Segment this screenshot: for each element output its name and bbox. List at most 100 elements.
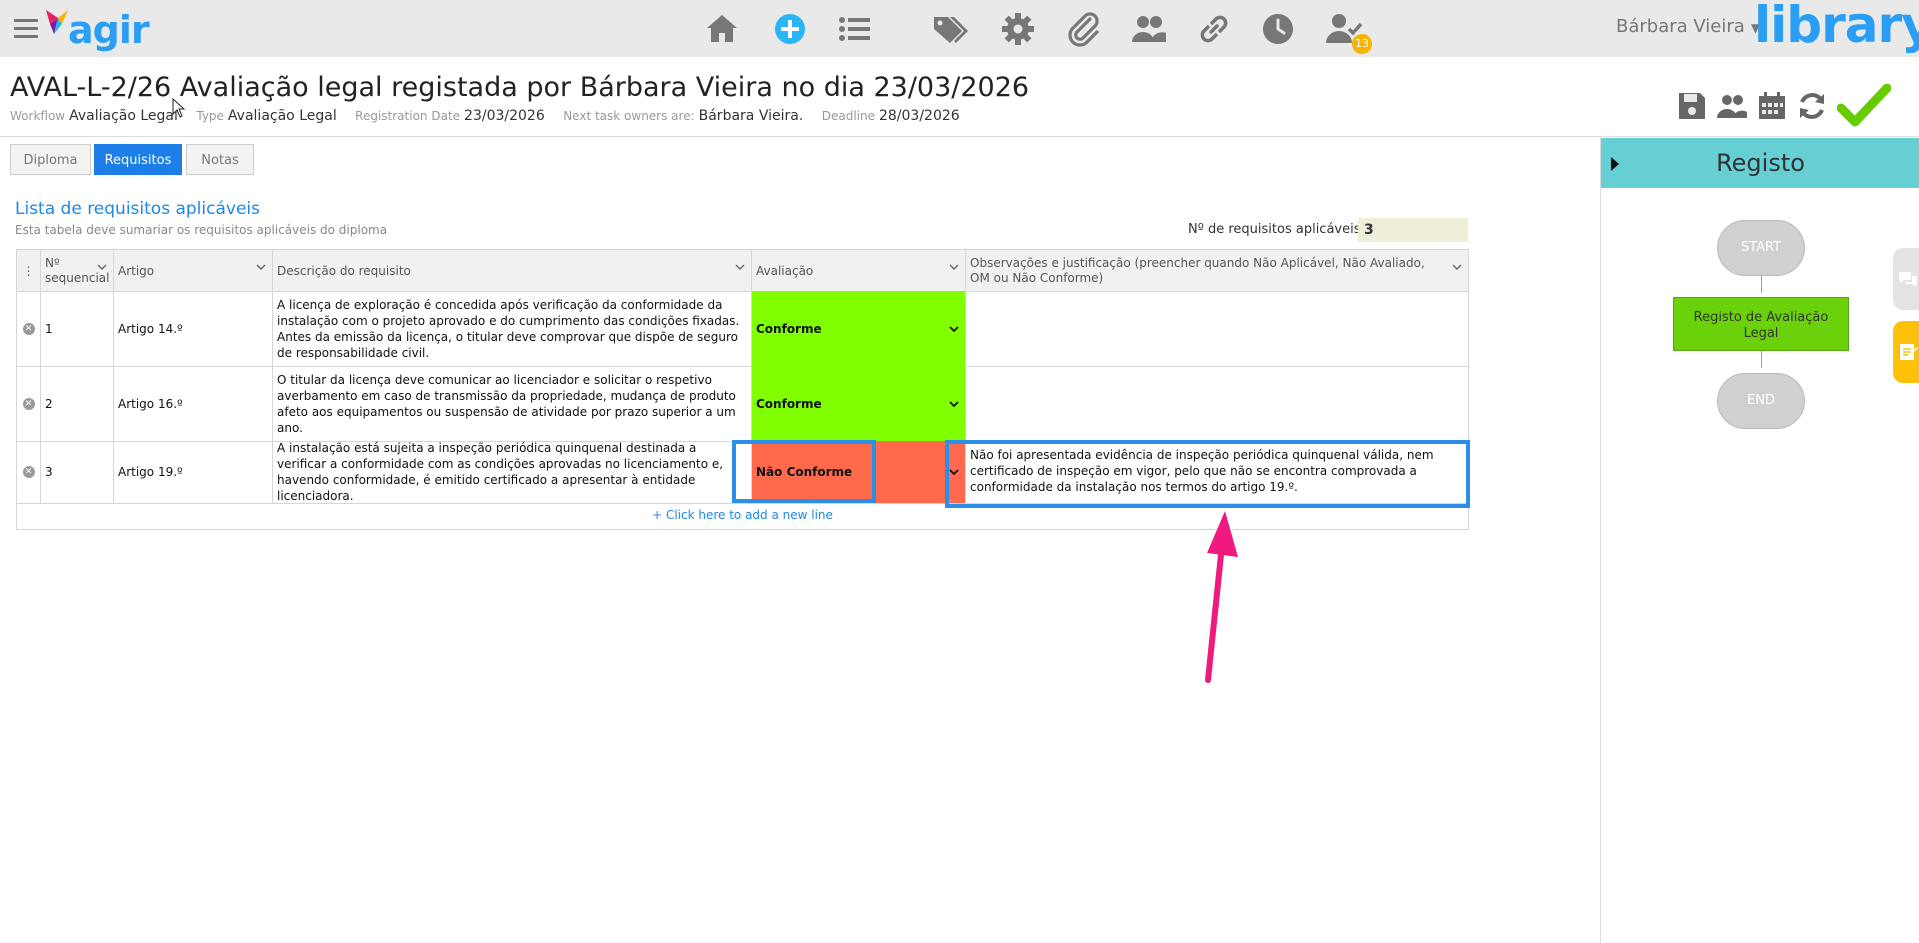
chevron-down-icon [949, 325, 959, 332]
deadline-label: Deadline [821, 109, 875, 123]
table-row: ✕ 3 Artigo 19.º A instalação está sujeit… [17, 441, 1468, 504]
chat-side-tab[interactable] [1893, 248, 1919, 310]
cell-artigo[interactable]: Artigo 16.º [114, 366, 273, 441]
hamburger-menu-icon[interactable] [14, 19, 38, 38]
users-icon[interactable] [1127, 8, 1171, 50]
workflow-value: Avaliação Legal [69, 108, 178, 124]
column-header-label: Descrição do requisito [277, 263, 411, 278]
section-subtitle: Esta tabela deve sumariar os requisitos … [15, 223, 388, 237]
count-value: 3 [1358, 218, 1468, 242]
workflow-panel: Registo START Registo de Avaliação Legal… [1600, 137, 1919, 943]
close-icon: ✕ [22, 466, 35, 478]
tab-notas[interactable]: Notas [186, 144, 254, 175]
requirements-table: ⋮ Nº sequencial Artigo Descrição do requ… [16, 249, 1469, 530]
cell-observacoes[interactable]: Não foi apresentada evidência de inspeçã… [966, 441, 1468, 503]
row-menu-icon[interactable]: ⋮ [17, 250, 41, 291]
collapse-triangle-icon[interactable] [1611, 157, 1619, 171]
cell-observacoes[interactable] [966, 291, 1468, 366]
cell-seq[interactable]: 3 [41, 441, 114, 503]
tab-requisitos[interactable]: Requisitos [94, 144, 182, 175]
column-header-label: Avaliação [756, 263, 814, 278]
cell-seq[interactable]: 1 [41, 291, 114, 366]
assign-users-icon[interactable] [1712, 86, 1752, 126]
workflow-start-node[interactable]: START [1717, 220, 1805, 276]
avaliacao-value: Conforme [756, 396, 822, 411]
column-filter-icon[interactable] [1452, 262, 1462, 272]
column-header-avaliacao[interactable]: Avaliação [752, 250, 966, 291]
paperclip-icon[interactable] [1062, 8, 1106, 50]
cell-observacoes[interactable] [966, 366, 1468, 441]
workflow-panel-header: Registo [1601, 138, 1919, 188]
owners-label: Next task owners are: [563, 109, 695, 123]
avaliacao-select[interactable]: Não Conforme [752, 441, 966, 503]
column-filter-icon[interactable] [735, 262, 745, 272]
cell-seq[interactable]: 2 [41, 366, 114, 441]
column-header-artigo[interactable]: Artigo [114, 250, 273, 291]
section-title: Lista de requisitos aplicáveis [15, 199, 260, 219]
save-icon[interactable] [1672, 86, 1712, 126]
avaliacao-value: Não Conforme [756, 465, 853, 479]
table-row: ✕ 1 Artigo 14.º A licença de exploração … [17, 291, 1468, 367]
cell-artigo[interactable]: Artigo 14.º [114, 291, 273, 366]
notes-side-tab[interactable] [1893, 321, 1919, 383]
notes-icon [1900, 344, 1918, 360]
chat-icon [1899, 272, 1917, 287]
workflow-label: Workflow [10, 109, 66, 123]
delete-row-button[interactable]: ✕ [17, 441, 41, 503]
type-value: Avaliação Legal [227, 108, 337, 124]
close-icon: ✕ [22, 397, 35, 410]
record-meta: Workflow Avaliação Legal Type Avaliação Le… [10, 108, 974, 124]
user-menu[interactable]: Bárbara Vieira ▼ [1616, 16, 1760, 37]
page-title: AVAL-L-2/26 Avaliação legal registada po… [10, 72, 1030, 103]
avaliacao-select[interactable]: Conforme [752, 366, 966, 441]
column-filter-icon[interactable] [256, 262, 266, 272]
workflow-end-node[interactable]: END [1717, 373, 1805, 429]
link-icon[interactable] [1192, 8, 1236, 50]
workflow-connector [1761, 351, 1762, 368]
clock-icon[interactable] [1256, 8, 1300, 50]
delete-row-button[interactable]: ✕ [17, 366, 41, 441]
top-bar: agir 13 Bárbara Vieira ▼ library [0, 0, 1919, 57]
column-header-seq[interactable]: Nº sequencial [41, 250, 114, 291]
chevron-down-icon [949, 400, 959, 407]
deadline-value: 28/03/2026 [878, 108, 960, 124]
add-icon[interactable] [768, 8, 812, 50]
mouse-cursor-icon [172, 98, 186, 118]
cell-descricao[interactable]: A instalação está sujeita a inspeção per… [273, 441, 752, 503]
arrow-annotation [1205, 511, 1238, 683]
cell-artigo[interactable]: Artigo 19.º [114, 441, 273, 503]
owners-value: Bárbara Vieira. [698, 108, 804, 124]
avaliacao-value: Conforme [756, 321, 822, 336]
column-header-observacoes[interactable]: Observações e justificação (preencher qu… [966, 250, 1468, 291]
cell-descricao[interactable]: O titular da licença deve comunicar ao l… [273, 366, 752, 441]
registration-date-label: Registration Date [355, 109, 461, 123]
home-icon[interactable] [700, 8, 744, 50]
user-name: Bárbara Vieira [1616, 16, 1745, 37]
tags-icon[interactable] [928, 8, 972, 50]
type-label: Type [196, 109, 224, 123]
workflow-task-node[interactable]: Registo de Avaliação Legal [1673, 297, 1849, 351]
user-check-icon[interactable]: 13 [1322, 8, 1372, 54]
cell-descricao[interactable]: A licença de exploração é concedida após… [273, 291, 752, 366]
column-filter-icon[interactable] [949, 262, 959, 272]
calendar-icon[interactable] [1752, 86, 1792, 126]
workflow-connector [1761, 276, 1762, 293]
column-header-label: Artigo [118, 263, 155, 278]
column-header-descricao[interactable]: Descrição do requisito [273, 250, 752, 291]
list-icon[interactable] [832, 8, 876, 50]
delete-row-button[interactable]: ✕ [17, 291, 41, 366]
column-filter-icon[interactable] [97, 262, 107, 272]
notification-badge: 13 [1352, 34, 1372, 54]
gear-icon[interactable] [996, 8, 1040, 50]
avaliacao-select[interactable]: Conforme [752, 291, 966, 366]
table-row: ✕ 2 Artigo 16.º O titular da licença dev… [17, 366, 1468, 442]
registration-date-value: 23/03/2026 [464, 108, 545, 124]
add-line-link[interactable]: + Click here to add a new line [17, 503, 1468, 527]
refresh-icon[interactable] [1792, 86, 1832, 126]
tab-diploma[interactable]: Diploma [10, 144, 91, 175]
close-icon: ✕ [22, 322, 35, 335]
column-header-label: Observações e justificação (preencher qu… [970, 255, 1425, 285]
check-icon[interactable] [1836, 84, 1892, 127]
column-header-label: Nº sequencial [45, 255, 110, 285]
logo-text: agir [68, 8, 150, 52]
